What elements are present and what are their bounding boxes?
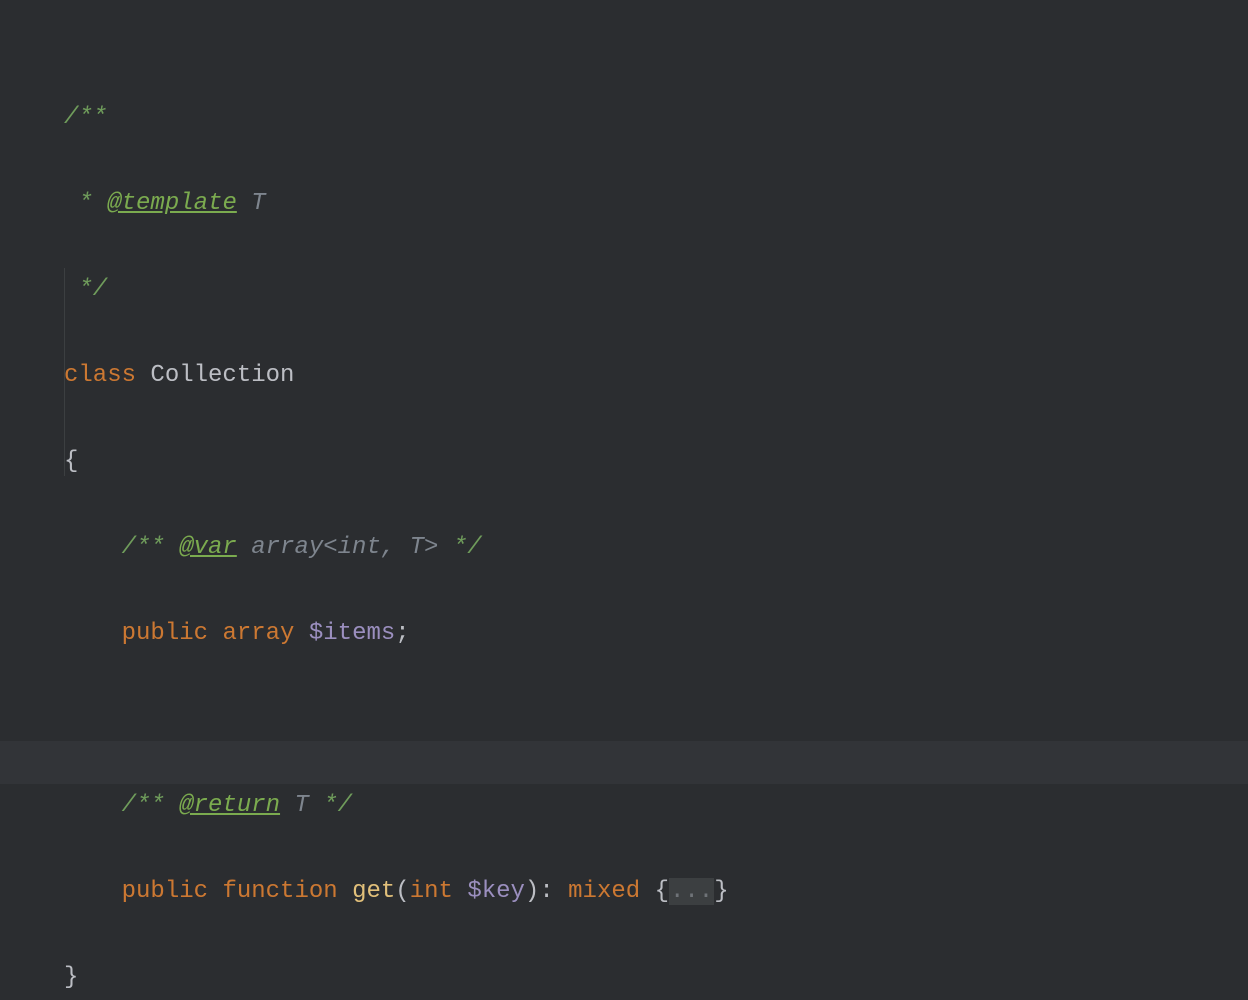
docblock: /** [122, 534, 180, 561]
paren-close: ) [525, 878, 539, 905]
docblock: /** [122, 792, 180, 819]
code-line: } [64, 956, 729, 999]
code-line: { [64, 440, 729, 483]
type-mixed: mixed [568, 878, 640, 905]
space [640, 878, 654, 905]
indent [64, 620, 122, 647]
code-line: /** [64, 96, 729, 139]
brace-close: } [64, 964, 78, 991]
code-line: public function get(int $key): mixed {..… [64, 870, 729, 913]
indent [64, 534, 122, 561]
brace-open: { [655, 878, 669, 905]
code-content: /** * @template T */ class Collection { … [64, 53, 729, 1000]
doc-type: T [280, 792, 323, 819]
function-get: get [352, 878, 395, 905]
doc-type: array<int, T> [237, 534, 453, 561]
brace-close: } [714, 878, 728, 905]
type-array: array [222, 620, 294, 647]
docblock-close: */ [64, 276, 107, 303]
keyword-class: class [64, 362, 136, 389]
docblock-open: /** [64, 104, 107, 131]
type-int: int [410, 878, 453, 905]
docblock-close: */ [323, 792, 352, 819]
code-editor[interactable]: /** * @template T */ class Collection { … [0, 0, 1248, 1000]
paren-open: ( [395, 878, 409, 905]
space [453, 878, 467, 905]
semicolon: ; [395, 620, 409, 647]
code-line: */ [64, 268, 729, 311]
space [208, 878, 222, 905]
code-line: /** @var array<int, T> */ [64, 526, 729, 569]
code-line: class Collection [64, 354, 729, 397]
code-line: * @template T [64, 182, 729, 225]
colon: : [539, 878, 568, 905]
variable-key: $key [467, 878, 525, 905]
space [338, 878, 352, 905]
brace-open: { [64, 448, 78, 475]
keyword-public: public [122, 620, 208, 647]
class-name: Collection [150, 362, 294, 389]
docblock: * [64, 190, 107, 217]
space [136, 362, 150, 389]
variable-items: $items [309, 620, 395, 647]
indent [64, 792, 122, 819]
space [294, 620, 308, 647]
docblock-close: */ [453, 534, 482, 561]
doc-annotation-return: @return [179, 792, 280, 819]
code-line-empty [64, 698, 729, 741]
doc-annotation-template: @template [107, 190, 237, 217]
code-fold-placeholder[interactable]: ... [669, 878, 714, 905]
doc-annotation-var: @var [179, 534, 237, 561]
keyword-function: function [222, 878, 337, 905]
keyword-public: public [122, 878, 208, 905]
doc-type: T [237, 190, 266, 217]
code-line: public array $items; [64, 612, 729, 655]
code-line: /** @return T */ [64, 784, 729, 827]
space [208, 620, 222, 647]
indent [64, 878, 122, 905]
